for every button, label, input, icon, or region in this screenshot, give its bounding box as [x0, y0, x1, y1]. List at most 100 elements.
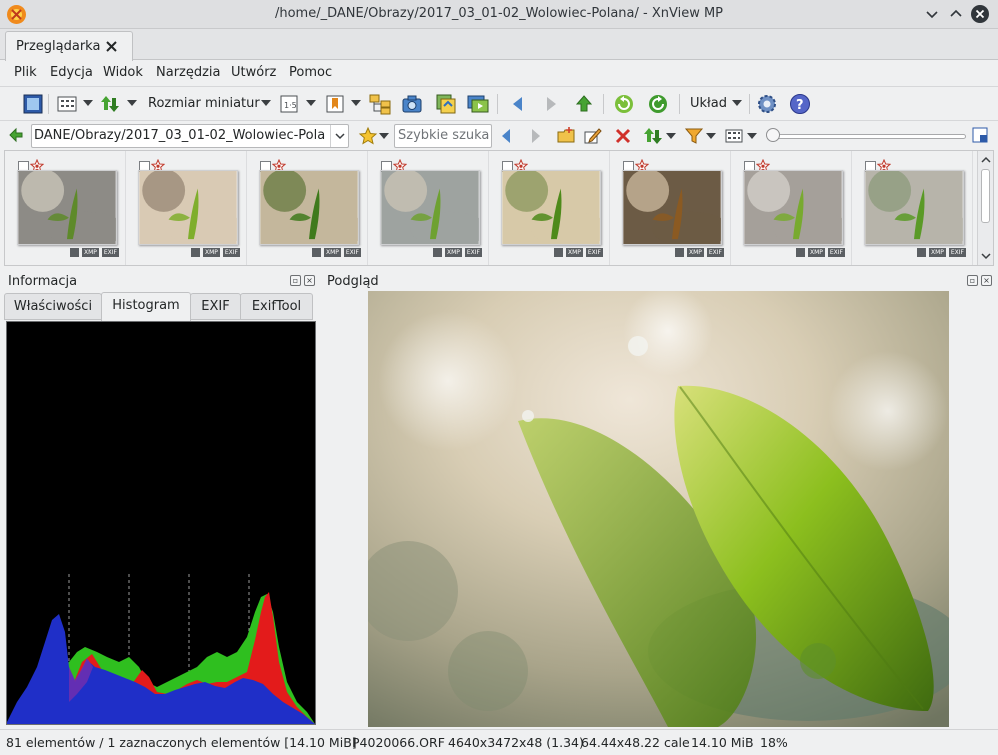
preview-float-icon[interactable]: ▫ [967, 275, 978, 286]
thumbnail-item[interactable]: XMP EXIF [126, 151, 247, 265]
rotate-left-icon[interactable] [613, 93, 635, 115]
toggle-panel-icon[interactable] [972, 127, 988, 143]
tab-browser[interactable]: Przeglądarka [5, 31, 133, 61]
up-icon[interactable] [573, 93, 595, 115]
menu-view[interactable]: Widok [103, 65, 143, 80]
quick-search-input[interactable] [398, 128, 490, 143]
info-panel-title: Informacja [8, 274, 78, 289]
help-icon[interactable]: ? [789, 93, 811, 115]
status-count: 81 elementów / 1 zaznaczonych elementów … [6, 735, 357, 750]
xmp-badge: XMP [686, 248, 704, 257]
xmp-badge: XMP [807, 248, 825, 257]
go-up-folder-icon[interactable] [6, 126, 26, 146]
path-combo[interactable] [31, 124, 349, 148]
sort-dropdown[interactable] [127, 100, 137, 106]
thumbnail-item[interactable]: XMP EXIF [731, 151, 852, 265]
rotate-right-icon[interactable] [647, 93, 669, 115]
convert-icon[interactable] [435, 93, 457, 115]
menu-file[interactable]: Plik [14, 65, 37, 80]
exif-badge: EXIF [343, 248, 361, 257]
previous-icon[interactable] [507, 93, 529, 115]
file-type-icon [916, 248, 926, 257]
thumb-size-slider[interactable] [770, 134, 966, 139]
exif-badge: EXIF [948, 248, 966, 257]
thumbnail-grid-dropdown[interactable] [83, 100, 93, 106]
path-dropdown-arrow[interactable] [330, 125, 348, 147]
thumbnail-item[interactable]: XMP EXIF [5, 151, 126, 265]
menu-help[interactable]: Pomoc [289, 65, 332, 80]
thumb-size-button[interactable]: Rozmiar miniatur [148, 96, 260, 111]
filter-dropdown[interactable] [306, 100, 316, 106]
bookmark-icon[interactable] [324, 93, 346, 115]
tab-exif[interactable]: EXIF [190, 293, 241, 320]
xmp-badge: XMP [81, 248, 99, 257]
thumbnail-photo[interactable] [864, 170, 964, 245]
folder-tree-icon[interactable] [369, 93, 391, 115]
bookmark-dropdown[interactable] [351, 100, 361, 106]
minimize-icon[interactable] [922, 4, 942, 24]
thumbnail-scrollbar[interactable] [977, 151, 993, 265]
next-icon[interactable] [540, 93, 562, 115]
thumbnail-photo[interactable] [259, 170, 359, 245]
filter-funnel-icon[interactable] [684, 126, 704, 146]
status-dimensions: 4640x3472x48 (1.34) [448, 735, 584, 750]
tab-exiftool[interactable]: ExifTool [240, 293, 313, 320]
thumbnail-item[interactable]: XMP EXIF [247, 151, 368, 265]
thumb-size-slider-handle[interactable] [766, 128, 780, 142]
preview-close-icon[interactable]: × [981, 275, 992, 286]
scroll-up-icon[interactable] [978, 153, 994, 167]
preview-image[interactable] [368, 291, 949, 727]
thumbnail-item[interactable]: XMP EXIF [852, 151, 973, 265]
camera-icon[interactable] [401, 93, 423, 115]
scroll-down-icon[interactable] [978, 249, 994, 263]
file-type-icon [69, 248, 79, 257]
thumbnail-photo[interactable] [743, 170, 843, 245]
file-type-icon [795, 248, 805, 257]
sort-order-icon[interactable] [643, 126, 663, 146]
settings-gear-icon[interactable] [756, 93, 778, 115]
path-input[interactable] [34, 128, 326, 143]
menu-create[interactable]: Utwórz [231, 65, 276, 80]
tab-properties[interactable]: Właściwości [4, 293, 102, 320]
favorites-dropdown[interactable] [379, 133, 389, 139]
thumbnail-item[interactable]: XMP EXIF [489, 151, 610, 265]
info-close-icon[interactable]: × [304, 275, 315, 286]
close-tab-icon[interactable] [105, 40, 118, 53]
scrollbar-handle[interactable] [981, 169, 990, 223]
slideshow-icon[interactable] [467, 93, 489, 115]
view-mode-icon[interactable] [724, 126, 744, 146]
sort-icon[interactable] [99, 93, 121, 115]
main-toolbar: Rozmiar miniatur 1·5 Układ ? [0, 86, 998, 121]
thumbnail-item[interactable]: XMP EXIF [368, 151, 489, 265]
thumbnail-item[interactable]: XMP EXIF [610, 151, 731, 265]
forward-icon[interactable] [525, 126, 545, 146]
layout-dropdown[interactable] [732, 100, 742, 106]
quick-search[interactable] [394, 124, 492, 148]
thumbnail-grid-icon[interactable] [56, 93, 78, 115]
filter-funnel-dropdown[interactable] [706, 133, 716, 139]
fullscreen-icon[interactable] [22, 93, 44, 115]
tab-histogram[interactable]: Histogram [101, 292, 191, 321]
back-icon[interactable] [497, 126, 517, 146]
sort-order-dropdown[interactable] [666, 133, 676, 139]
thumbnail-photo[interactable] [622, 170, 722, 245]
thumbnail-photo[interactable] [138, 170, 238, 245]
filter-icon[interactable]: 1·5 [279, 93, 301, 115]
menu-edit[interactable]: Edycja [50, 65, 93, 80]
thumb-size-dropdown[interactable] [261, 100, 271, 106]
delete-icon[interactable] [613, 126, 633, 146]
maximize-icon[interactable] [946, 4, 966, 24]
thumbnail-photo[interactable] [17, 170, 117, 245]
histogram-view [6, 321, 316, 725]
close-window-icon[interactable] [970, 4, 990, 24]
menu-tools[interactable]: Narzędzia [156, 65, 221, 80]
favorites-star-icon[interactable] [358, 126, 378, 146]
thumbnail-photo[interactable] [501, 170, 601, 245]
edit-icon[interactable] [583, 126, 603, 146]
thumbnail-photo[interactable] [380, 170, 480, 245]
info-tabs: Właściwości Histogram EXIF ExifTool [4, 292, 313, 321]
layout-button[interactable]: Układ [690, 96, 727, 111]
new-folder-icon[interactable] [556, 126, 576, 146]
view-mode-dropdown[interactable] [747, 133, 757, 139]
info-float-icon[interactable]: ▫ [290, 275, 301, 286]
